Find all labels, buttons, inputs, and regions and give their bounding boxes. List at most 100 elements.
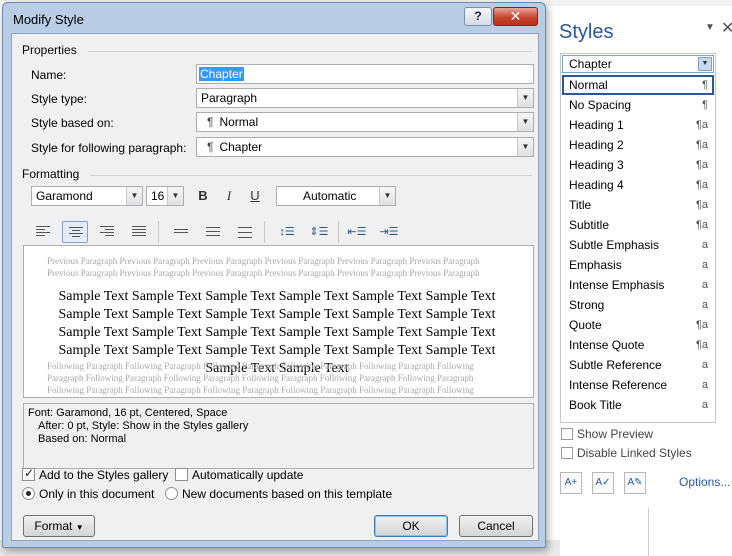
cancel-button[interactable]: Cancel xyxy=(459,515,533,537)
align-left-button[interactable] xyxy=(30,221,56,243)
decrease-indent-icon: ⇤☰ xyxy=(347,226,367,238)
character-style-icon: a xyxy=(701,279,708,291)
style-item-label: Strong xyxy=(569,298,605,312)
style-item-heading-3[interactable]: Heading 3 ¶a xyxy=(562,155,714,175)
current-style-combo[interactable]: Chapter ▼ xyxy=(562,55,714,73)
character-style-icon: a xyxy=(701,299,708,311)
align-center-button[interactable] xyxy=(62,221,88,243)
divider xyxy=(88,51,532,52)
linked-style-icon: ¶a xyxy=(695,139,708,151)
one-half-spacing-button[interactable] xyxy=(200,221,226,243)
style-inspector-icon[interactable]: A✓ xyxy=(592,472,614,494)
new-style-icon[interactable]: A+ xyxy=(560,472,582,494)
style-item-intense-quote[interactable]: Intense Quote ¶a xyxy=(562,335,714,355)
one-half-spacing-icon xyxy=(206,227,220,238)
styles-pane-title: Styles xyxy=(559,21,614,43)
style-item-subtle-emphasis[interactable]: Subtle Emphasis a xyxy=(562,235,714,255)
previous-paragraph-text: Previous Paragraph Previous Paragraph Pr… xyxy=(47,256,480,278)
auto-update-label: Automatically update xyxy=(192,468,304,482)
pane-close-icon[interactable]: ✕ xyxy=(721,18,732,38)
chevron-down-icon[interactable]: ▼ xyxy=(126,187,142,205)
italic-button[interactable]: I xyxy=(218,186,240,206)
based-on-select[interactable]: ¶ Normal ▼ xyxy=(196,112,534,132)
add-to-gallery-checkbox[interactable] xyxy=(22,466,35,481)
style-item-heading-2[interactable]: Heading 2 ¶a xyxy=(562,135,714,155)
options-link[interactable]: Options... xyxy=(679,475,730,489)
style-item-label: Normal xyxy=(569,78,608,92)
name-input-value: Chapter xyxy=(199,67,244,81)
based-on-label: Style based on: xyxy=(31,116,114,130)
only-document-label: Only in this document xyxy=(39,487,155,501)
current-style-value: Chapter xyxy=(569,57,612,71)
style-item-strong[interactable]: Strong a xyxy=(562,295,714,315)
dialog-body: Properties Name: Chapter Style type: Par… xyxy=(11,33,539,541)
modify-style-dialog: Modify Style ? ✕ Properties Name: Chapte… xyxy=(2,2,546,548)
style-item-heading-4[interactable]: Heading 4 ¶a xyxy=(562,175,714,195)
style-item-title[interactable]: Title ¶a xyxy=(562,195,714,215)
font-color-select[interactable]: Automatic ▼ xyxy=(276,186,396,206)
chevron-down-icon[interactable]: ▼ xyxy=(517,113,533,131)
bold-button[interactable]: B xyxy=(192,186,214,206)
divider xyxy=(90,175,532,176)
single-spacing-icon xyxy=(174,229,188,235)
style-item-normal[interactable]: Normal ¶ xyxy=(562,75,714,95)
increase-spacing-icon: ↕☰ xyxy=(279,226,295,238)
paragraph-style-icon: ¶ xyxy=(702,99,708,111)
auto-update-checkbox[interactable] xyxy=(175,468,188,481)
style-item-subtitle[interactable]: Subtitle ¶a xyxy=(562,215,714,235)
single-spacing-button[interactable] xyxy=(168,221,194,243)
style-item-emphasis[interactable]: Emphasis a xyxy=(562,255,714,275)
ok-button[interactable]: OK xyxy=(374,515,448,537)
style-item-intense-emphasis[interactable]: Intense Emphasis a xyxy=(562,275,714,295)
based-on-value-wrap: ¶ Normal xyxy=(207,113,258,131)
justify-button[interactable] xyxy=(126,221,152,243)
close-button[interactable]: ✕ xyxy=(493,7,538,26)
pilcrow-icon: ¶ xyxy=(207,140,214,154)
decrease-indent-button[interactable]: ⇤☰ xyxy=(344,221,370,243)
style-item-heading-1[interactable]: Heading 1 ¶a xyxy=(562,115,714,135)
help-button[interactable]: ? xyxy=(464,7,492,26)
formatting-heading: Formatting xyxy=(22,167,80,181)
style-item-intense-reference[interactable]: Intense Reference a xyxy=(562,375,714,395)
font-select[interactable]: Garamond ▼ xyxy=(31,186,143,206)
following-value: Chapter xyxy=(219,140,263,154)
based-on-value: Normal xyxy=(219,115,259,129)
chevron-down-icon[interactable]: ▼ xyxy=(698,57,712,71)
style-item-book-title[interactable]: Book Title a xyxy=(562,395,714,415)
manage-styles-icon[interactable]: A✎ xyxy=(624,472,646,494)
only-document-radio[interactable] xyxy=(22,487,35,500)
paragraph-style-icon: ¶ xyxy=(702,79,708,91)
chevron-down-icon[interactable]: ▼ xyxy=(167,187,183,205)
align-center-icon xyxy=(69,227,83,239)
style-item-label: Subtitle xyxy=(569,218,610,232)
style-type-select[interactable]: Paragraph ▼ xyxy=(196,88,534,108)
chevron-down-icon[interactable]: ▼ xyxy=(517,138,533,156)
following-label: Style for following paragraph: xyxy=(31,141,187,155)
linked-style-icon: ¶a xyxy=(695,319,708,331)
style-item-subtle-reference[interactable]: Subtle Reference a xyxy=(562,355,714,375)
show-preview-checkbox[interactable] xyxy=(561,428,573,440)
new-documents-radio[interactable] xyxy=(165,487,178,500)
font-color-value: Automatic xyxy=(303,189,357,203)
style-item-label: Heading 1 xyxy=(569,118,624,132)
size-select[interactable]: 16 ▼ xyxy=(146,186,184,206)
align-right-button[interactable] xyxy=(94,221,120,243)
underline-button[interactable]: U xyxy=(244,186,266,206)
disable-linked-checkbox[interactable] xyxy=(561,447,573,459)
name-input[interactable]: Chapter xyxy=(196,64,534,84)
dialog-titlebar[interactable]: Modify Style ? ✕ xyxy=(3,3,545,33)
style-item-label: Intense Quote xyxy=(569,338,645,352)
decrease-spacing-button[interactable]: ⇕☰ xyxy=(306,221,332,243)
following-select[interactable]: ¶ Chapter ▼ xyxy=(196,137,534,157)
pane-menu-icon[interactable]: ▼ xyxy=(705,22,715,33)
chevron-down-icon[interactable]: ▼ xyxy=(517,89,533,107)
increase-spacing-button[interactable]: ↕☰ xyxy=(274,221,300,243)
character-style-icon: a xyxy=(701,399,708,411)
increase-indent-button[interactable]: ⇥☰ xyxy=(376,221,402,243)
style-item-quote[interactable]: Quote ¶a xyxy=(562,315,714,335)
style-item-no-spacing[interactable]: No Spacing ¶ xyxy=(562,95,714,115)
style-item-label: Subtle Reference xyxy=(569,358,662,372)
double-spacing-button[interactable] xyxy=(232,221,258,243)
format-button[interactable]: Format ▼ xyxy=(23,515,95,537)
chevron-down-icon[interactable]: ▼ xyxy=(379,187,395,205)
